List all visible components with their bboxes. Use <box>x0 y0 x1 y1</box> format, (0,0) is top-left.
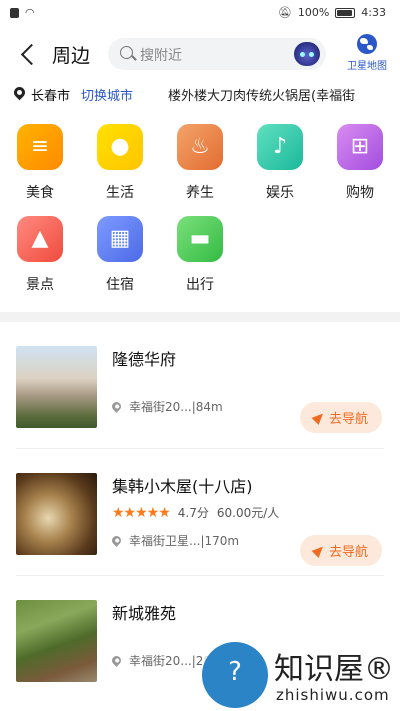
satellite-map-label: 卫星地图 <box>347 61 387 72</box>
list-item[interactable]: 隆德华府 幸福街20... |84m 去导航 <box>0 322 400 449</box>
place-address: 幸福街20... <box>129 400 192 414</box>
watermark: 知识屋® zhishiwu.com <box>202 640 400 711</box>
list-item[interactable]: 集韩小木屋(十八店) ★★★★★ 4.7分 60.00元/人 幸福街卫星... … <box>0 449 400 576</box>
category-label: 出行 <box>186 277 214 293</box>
category-travel[interactable]: ▬ 出行 <box>170 216 230 294</box>
place-name: 新城雅苑 <box>112 604 177 623</box>
category-life[interactable]: ● 生活 <box>90 124 150 202</box>
category-label: 购物 <box>346 185 374 201</box>
place-address-row: 幸福街20... |84m <box>110 398 223 415</box>
notification-icon <box>10 7 19 18</box>
place-distance: |170m <box>200 533 240 548</box>
status-left-icons: ◠ <box>10 6 35 19</box>
clock: 4:33 <box>361 6 386 19</box>
massage-icon: ♨ <box>177 124 223 170</box>
category-health[interactable]: ♨ 养生 <box>170 124 230 202</box>
navigate-arrow-icon <box>311 543 327 558</box>
category-scenic[interactable]: ▲ 景点 <box>10 216 70 294</box>
place-address-row: 幸福街20... |28 <box>110 652 211 669</box>
place-photo <box>16 346 97 428</box>
place-address: 幸福街卫星... <box>129 534 201 548</box>
current-address: 楼外楼大刀肉传统火锅居(幸福街 <box>168 89 356 104</box>
location-pin-icon <box>110 534 123 547</box>
burger-icon: ≡ <box>17 124 63 170</box>
category-label: 美食 <box>26 185 54 201</box>
category-label: 养生 <box>186 185 214 201</box>
category-hotel[interactable]: ▦ 住宿 <box>90 216 150 294</box>
category-entertainment[interactable]: ♪ 娱乐 <box>250 124 310 202</box>
battery-icon <box>335 7 356 18</box>
category-label: 景点 <box>26 277 54 293</box>
lightbulb-icon: ● <box>97 124 143 170</box>
place-address-row: 幸福街卫星... |170m <box>110 532 240 549</box>
globe-icon <box>357 34 377 54</box>
header: 周边 搜附近 卫星地图 <box>0 26 400 84</box>
category-grid: ≡ 美食 ● 生活 ♨ 养生 ♪ 娱乐 ⊞ 购物 ▲ 景点 ▦ 住宿 ▬ 出行 <box>0 106 400 312</box>
place-distance: |84m <box>191 399 223 414</box>
category-label: 娱乐 <box>266 185 294 201</box>
rating-stars: ★★★★★ <box>112 504 171 521</box>
status-bar: ◠ 🔕︎ 100% 4:33 <box>0 0 400 26</box>
navigate-label: 去导航 <box>328 545 368 560</box>
satellite-map-button[interactable]: 卫星地图 <box>342 34 392 72</box>
battery-percent: 100% <box>297 6 330 19</box>
question-mark-logo-icon <box>202 642 268 708</box>
page-title: 周边 <box>52 45 91 67</box>
search-icon <box>120 46 133 59</box>
place-name: 隆德华府 <box>112 350 177 369</box>
palm-island-icon: ▲ <box>17 216 63 262</box>
rating-score: 4.7分 <box>177 506 209 520</box>
place-photo <box>16 600 97 682</box>
location-pin-icon <box>110 400 123 413</box>
current-city: 长春市 <box>31 89 71 104</box>
navigate-button[interactable]: 去导航 <box>300 535 382 566</box>
place-photo <box>16 473 97 555</box>
location-pin-icon <box>11 84 28 101</box>
rating-row: ★★★★★ 4.7分 60.00元/人 <box>112 504 279 521</box>
back-button[interactable] <box>18 40 40 70</box>
building-icon: ▦ <box>97 216 143 262</box>
assistant-robot-icon[interactable] <box>294 42 320 66</box>
navigate-label: 去导航 <box>328 412 368 427</box>
status-right: 🔕︎ 100% 4:33 <box>278 6 386 19</box>
category-label: 住宿 <box>106 277 134 293</box>
guitar-icon: ♪ <box>257 124 303 170</box>
location-pin-icon <box>110 654 123 667</box>
category-shopping[interactable]: ⊞ 购物 <box>330 124 390 202</box>
place-name: 集韩小木屋(十八店) <box>112 477 253 496</box>
location-bar: 长春市 切换城市 楼外楼大刀肉传统火锅居(幸福街 <box>0 84 400 106</box>
category-food[interactable]: ≡ 美食 <box>10 124 70 202</box>
watermark-title: 知识屋® <box>274 652 394 687</box>
search-bar[interactable]: 搜附近 <box>108 38 326 70</box>
navigate-arrow-icon <box>311 410 327 425</box>
search-input[interactable]: 搜附近 <box>140 45 182 65</box>
place-address: 幸福街20... <box>129 654 192 668</box>
car-icon: ▬ <box>177 216 223 262</box>
cart-icon: ⊞ <box>337 124 383 170</box>
wifi-icon: ◠ <box>25 6 35 19</box>
category-label: 生活 <box>106 185 134 201</box>
price-per-person: 60.00元/人 <box>216 506 280 520</box>
switch-city-link[interactable]: 切换城市 <box>81 85 133 104</box>
watermark-subtitle: zhishiwu.com <box>276 686 390 704</box>
mute-icon: 🔕︎ <box>277 6 292 19</box>
navigate-button[interactable]: 去导航 <box>300 402 382 433</box>
